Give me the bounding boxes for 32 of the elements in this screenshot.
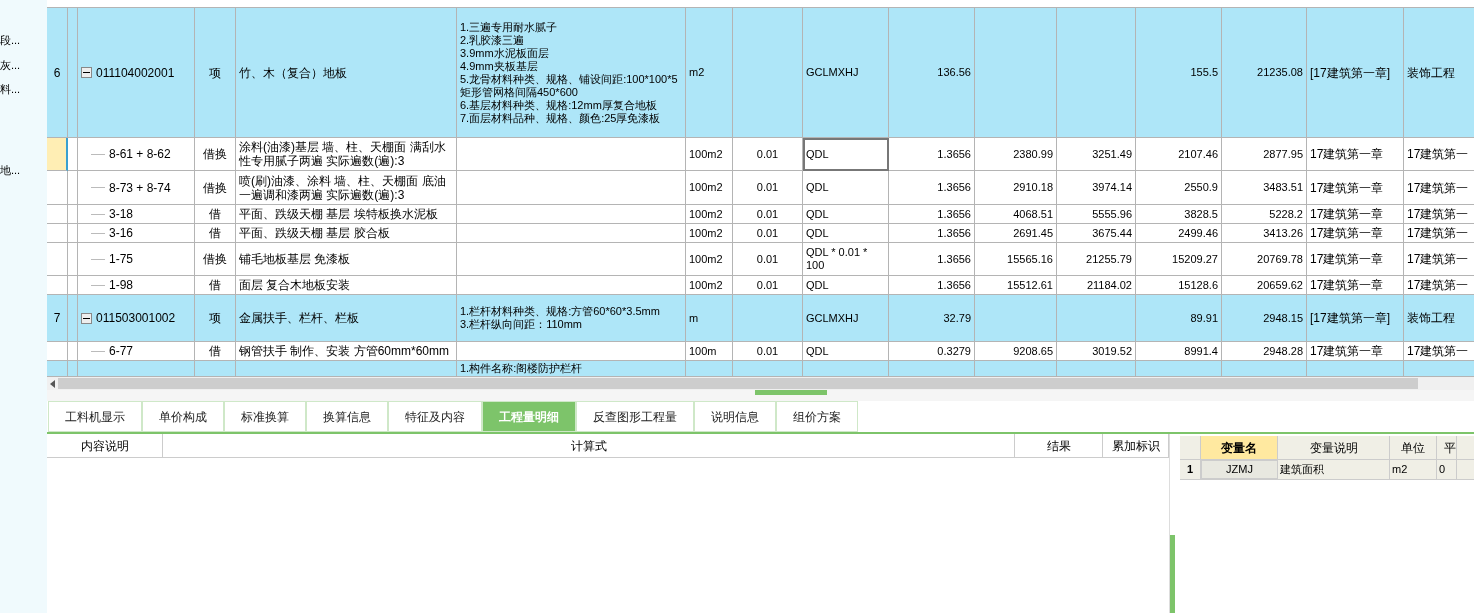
formula-cell: QDL bbox=[803, 138, 889, 171]
table-cell: 0 bbox=[1437, 460, 1457, 479]
collapse-icon[interactable] bbox=[81, 312, 92, 324]
column-header: 平 bbox=[1437, 436, 1457, 459]
sidebar-item[interactable]: 地... bbox=[0, 161, 47, 178]
horizontal-scrollbar[interactable] bbox=[47, 377, 1474, 390]
collapse-icon[interactable] bbox=[81, 67, 92, 78]
tab[interactable]: 换算信息 bbox=[306, 401, 388, 432]
column-header: 变量名 bbox=[1201, 436, 1278, 459]
tab[interactable]: 特征及内容 bbox=[388, 401, 482, 432]
column-header: 累加标识 bbox=[1103, 434, 1169, 457]
table-cell: JZMJ bbox=[1201, 460, 1278, 479]
splitter-handle[interactable] bbox=[754, 390, 827, 395]
column-header: 单位 bbox=[1390, 436, 1437, 459]
tab[interactable]: 说明信息 bbox=[694, 401, 776, 432]
column-header: 内容说明 bbox=[47, 434, 163, 457]
column-header: 结果 bbox=[1015, 434, 1103, 457]
sidebar-item[interactable]: 料... bbox=[0, 81, 47, 98]
formula-cell: GCLMXHJ bbox=[803, 8, 889, 138]
tab[interactable]: 工料机显示 bbox=[48, 401, 142, 432]
tab[interactable]: 反查图形工程量 bbox=[576, 401, 694, 432]
table-cell: 建筑面积 bbox=[1278, 460, 1390, 479]
panel-splitter[interactable] bbox=[1170, 535, 1175, 613]
sidebar-item[interactable]: 段... bbox=[0, 32, 47, 49]
sidebar-item[interactable]: 灰... bbox=[0, 56, 47, 73]
column-header: 计算式 bbox=[163, 434, 1015, 457]
scrollbar-thumb[interactable] bbox=[58, 378, 1418, 389]
tab[interactable]: 单价构成 bbox=[142, 401, 224, 432]
tab[interactable]: 标准换算 bbox=[224, 401, 306, 432]
table-cell: m2 bbox=[1390, 460, 1437, 479]
tab[interactable]: 组价方案 bbox=[776, 401, 858, 432]
column-header: 变量说明 bbox=[1278, 436, 1390, 459]
